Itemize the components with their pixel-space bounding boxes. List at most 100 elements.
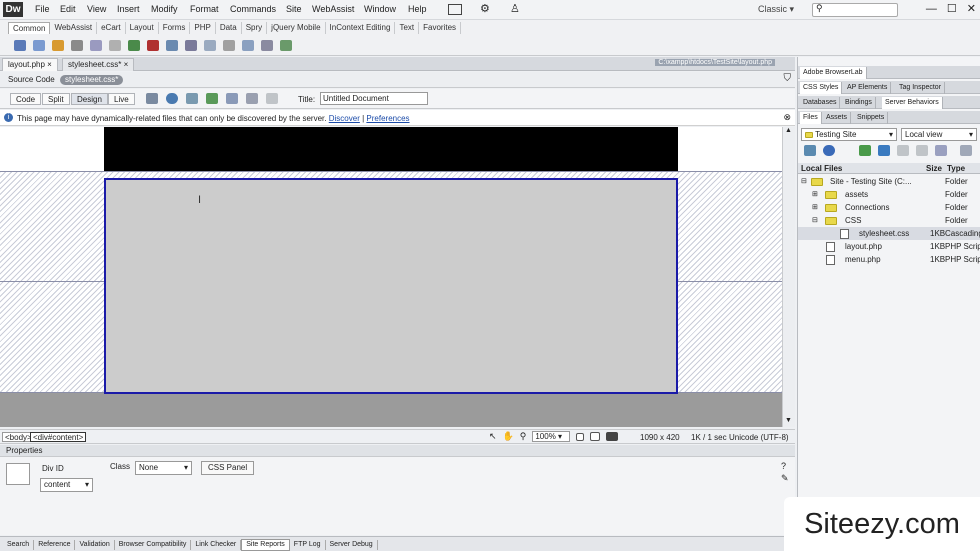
tab-assets[interactable]: Assets: [823, 112, 852, 124]
close-tab-icon[interactable]: ×: [124, 60, 129, 69]
pointer-icon[interactable]: ↖: [489, 431, 497, 442]
check-out-icon[interactable]: [897, 145, 909, 156]
tab-reference[interactable]: Reference: [34, 540, 76, 550]
tab-server-debug[interactable]: Server Debug: [326, 540, 378, 550]
head-icon[interactable]: [223, 40, 235, 51]
site-select[interactable]: Testing Site ▾: [801, 128, 897, 141]
insert-tab-favorites[interactable]: Favorites: [419, 22, 462, 34]
maximize-button[interactable]: ☐: [947, 2, 957, 15]
menu-modify[interactable]: Modify: [151, 4, 178, 14]
minimize-button[interactable]: —: [926, 3, 937, 15]
tab-ftp-log[interactable]: FTP Log: [290, 540, 326, 550]
horizontal-rule-icon[interactable]: [71, 40, 83, 51]
quick-tag-editor-icon[interactable]: ✎: [781, 473, 789, 484]
script-icon[interactable]: [242, 40, 254, 51]
multiscreen-icon[interactable]: [146, 93, 158, 104]
header-div[interactable]: [104, 127, 678, 171]
insert-tab-ecart[interactable]: eCart: [97, 22, 126, 34]
class-select[interactable]: None ▾: [135, 461, 192, 475]
named-anchor-icon[interactable]: [52, 40, 64, 51]
menu-format[interactable]: Format: [190, 4, 219, 14]
insert-div-icon[interactable]: [109, 40, 121, 51]
split-view-button[interactable]: Split: [42, 93, 70, 105]
zoom-icon[interactable]: ⚲: [520, 431, 527, 442]
media-icon[interactable]: [147, 40, 159, 51]
file-row[interactable]: ⊞ assets Folder: [798, 188, 980, 201]
menu-commands[interactable]: Commands: [230, 4, 276, 14]
table-icon[interactable]: [90, 40, 102, 51]
insert-tab-spry[interactable]: Spry: [242, 22, 268, 34]
tab-browserlab[interactable]: Adobe BrowserLab: [800, 67, 867, 79]
tab-files[interactable]: Files: [800, 112, 822, 124]
filter-icon[interactable]: ⛉: [784, 73, 792, 84]
expand-icon[interactable]: ⊞: [812, 201, 818, 214]
preview-browser-icon[interactable]: [166, 93, 178, 104]
insert-tab-forms[interactable]: Forms: [159, 22, 191, 34]
preferences-link[interactable]: Preferences: [366, 114, 409, 123]
source-code-link[interactable]: Source Code: [8, 75, 55, 84]
view-select[interactable]: Local view ▾: [901, 128, 977, 141]
browser-compat-icon[interactable]: [226, 93, 238, 104]
tab-layout-php[interactable]: layout.php ×: [2, 58, 58, 71]
close-tab-icon[interactable]: ×: [47, 60, 52, 69]
col-size[interactable]: Size: [926, 164, 942, 173]
tab-bindings[interactable]: Bindings: [842, 97, 876, 109]
tab-validation[interactable]: Validation: [75, 540, 115, 550]
visual-aids-icon[interactable]: [246, 93, 258, 104]
collapse-icon[interactable]: ⊟: [801, 175, 807, 188]
file-row[interactable]: ⊞ Connections Folder: [798, 201, 980, 214]
synchronize-icon[interactable]: [935, 145, 947, 156]
tab-browser-compatibility[interactable]: Browser Compatibility: [115, 540, 192, 550]
desktop-size-icon[interactable]: [606, 432, 619, 441]
insert-tab-common[interactable]: Common: [8, 22, 51, 34]
email-link-icon[interactable]: [33, 40, 45, 51]
discover-link[interactable]: Discover: [329, 114, 360, 123]
refresh-files-icon[interactable]: [823, 145, 835, 156]
tag-selector-div[interactable]: <div#content>: [30, 432, 87, 442]
user-icon[interactable]: ♙: [510, 2, 520, 15]
design-view-button[interactable]: Design: [71, 93, 108, 105]
menu-file[interactable]: File: [35, 4, 50, 14]
close-info-icon[interactable]: ⊗: [783, 112, 791, 123]
refresh-icon[interactable]: [266, 93, 278, 104]
file-management-icon[interactable]: [186, 93, 198, 104]
menu-view[interactable]: View: [87, 4, 106, 14]
file-row[interactable]: ⊟ CSS Folder: [798, 214, 980, 227]
help-search-input[interactable]: ⚲: [812, 3, 898, 17]
file-row[interactable]: layout.php 1KB PHP Script: [798, 240, 980, 253]
tab-ap-elements[interactable]: AP Elements: [844, 82, 892, 94]
menu-edit[interactable]: Edit: [60, 4, 76, 14]
insert-tab-data[interactable]: Data: [216, 22, 242, 34]
properties-header[interactable]: Properties: [0, 445, 795, 457]
content-div[interactable]: [104, 178, 678, 394]
tab-css-styles[interactable]: CSS Styles: [800, 82, 843, 94]
tab-databases[interactable]: Databases: [800, 97, 841, 109]
col-local-files[interactable]: Local Files: [801, 164, 842, 173]
insert-tab-jquery-mobile[interactable]: jQuery Mobile: [267, 22, 326, 34]
mobile-size-icon[interactable]: [576, 432, 585, 441]
vertical-scrollbar[interactable]: ▲ ▼: [782, 127, 795, 427]
tab-link-checker[interactable]: Link Checker: [191, 540, 242, 550]
gear-icon[interactable]: ⚙: [480, 2, 490, 15]
check-in-icon[interactable]: [916, 145, 928, 156]
collapse-icon[interactable]: ⊟: [812, 214, 818, 227]
tab-site-reports[interactable]: Site Reports: [241, 539, 290, 551]
tablet-size-icon[interactable]: [590, 432, 601, 441]
server-side-include-icon[interactable]: [185, 40, 197, 51]
menu-site[interactable]: Site: [286, 4, 302, 14]
images-icon[interactable]: [128, 40, 140, 51]
design-view-canvas[interactable]: I: [0, 127, 782, 427]
comment-icon[interactable]: [204, 40, 216, 51]
css-panel-button[interactable]: CSS Panel: [201, 461, 255, 475]
document-title-input[interactable]: Untitled Document: [320, 92, 428, 105]
tab-tag-inspector[interactable]: Tag Inspector: [896, 82, 946, 94]
insert-tab-incontext[interactable]: InContext Editing: [326, 22, 396, 34]
tab-search[interactable]: Search: [3, 540, 35, 550]
expand-icon[interactable]: [960, 145, 972, 156]
get-files-icon[interactable]: [859, 145, 871, 156]
menu-insert[interactable]: Insert: [117, 4, 140, 14]
col-type[interactable]: Type: [947, 164, 965, 173]
templates-icon[interactable]: [261, 40, 273, 51]
insert-tab-webassist[interactable]: WebAssist: [50, 22, 98, 34]
hyperlink-icon[interactable]: [14, 40, 26, 51]
